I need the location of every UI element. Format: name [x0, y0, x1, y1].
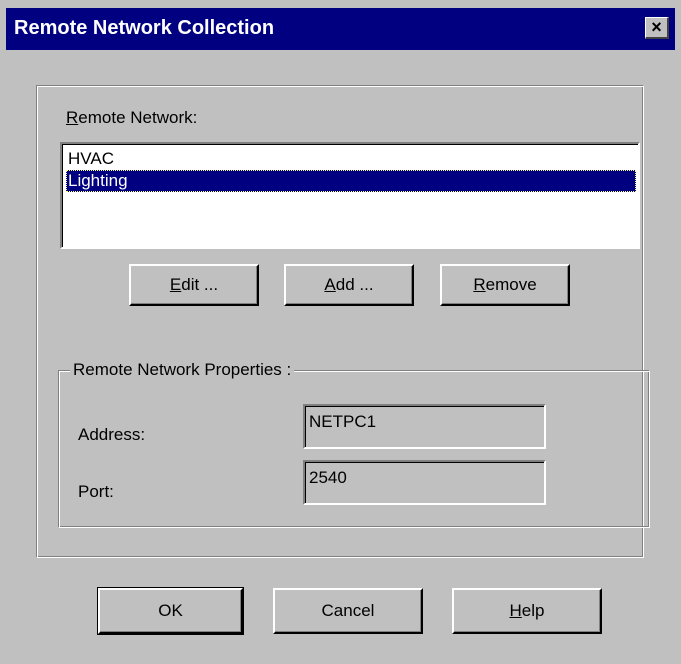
port-field: 2540	[303, 460, 546, 505]
help-button[interactable]: Help	[452, 588, 602, 634]
address-field: NETPC1	[303, 404, 546, 449]
edit-button[interactable]: Edit ...	[129, 264, 259, 306]
window-title: Remote Network Collection	[14, 17, 275, 39]
ok-button[interactable]: OK	[97, 587, 244, 635]
add-button[interactable]: Add ...	[284, 264, 414, 306]
title-bar[interactable]: Remote Network Collection ×	[6, 8, 675, 50]
address-label: Address:	[78, 425, 146, 444]
remove-button[interactable]: Remove	[440, 264, 570, 306]
port-label: Port:	[78, 482, 114, 501]
list-item-hvac[interactable]: HVAC	[66, 148, 636, 170]
properties-group-title: Remote Network Properties :	[70, 360, 295, 380]
remote-network-collection-dialog: Remote Network Collection × Remote Netwo…	[0, 0, 681, 664]
remote-network-label: Remote Network:	[66, 108, 198, 127]
cancel-button[interactable]: Cancel	[273, 588, 423, 634]
close-icon: ×	[651, 17, 662, 37]
close-button[interactable]: ×	[645, 17, 669, 39]
list-item-lighting[interactable]: Lighting	[66, 170, 636, 192]
remote-network-list[interactable]: HVAC Lighting	[60, 142, 640, 249]
